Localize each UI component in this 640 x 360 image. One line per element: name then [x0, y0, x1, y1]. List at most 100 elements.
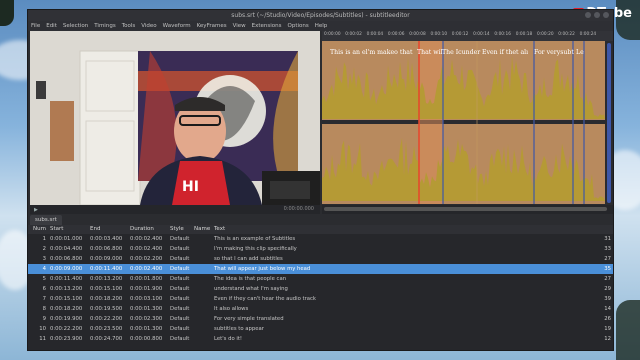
table-row[interactable]: 6 0:00:13.200 0:00:15.100 0:00:01.900 Defaul… — [28, 284, 613, 294]
menu-item-tools[interactable]: Tools — [122, 21, 136, 31]
cell-text: subtitles to appear — [214, 326, 264, 332]
ruler-tick-label: 0:00:08 — [409, 32, 426, 37]
cell-name — [194, 234, 214, 244]
cell-start: 0:00:09.000 — [50, 266, 83, 272]
play-icon[interactable]: ▶ — [34, 206, 38, 215]
table-row[interactable]: 5 0:00:11.400 0:00:13.200 0:00:01.800 Defaul… — [28, 274, 613, 284]
waveform-subtitle-text: Le — [576, 49, 584, 56]
menu-item-waveform[interactable]: Waveform — [163, 21, 191, 31]
menu-item-video[interactable]: Video — [141, 21, 156, 31]
cell-name — [194, 254, 214, 264]
menu-item-options[interactable]: Options — [288, 21, 309, 31]
cell-start: 0:00:23.900 — [50, 336, 83, 342]
menu-item-extensions[interactable]: Extensions — [252, 21, 282, 31]
menu-item-file[interactable]: File — [31, 21, 40, 31]
cell-text: Let's do it! — [214, 336, 243, 342]
menu-item-timings[interactable]: Timings — [94, 21, 115, 31]
table-row[interactable]: 7 0:00:15.100 0:00:18.200 0:00:03.100 Defaul… — [28, 294, 613, 304]
column-header-end[interactable]: End — [90, 225, 130, 234]
wallpaper-palm — [0, 0, 14, 26]
cell-cps: 12 — [604, 336, 611, 342]
cell-style: Default — [170, 296, 190, 302]
table-row[interactable]: 3 0:00:06.800 0:00:09.000 0:00:02.200 Defaul… — [28, 254, 613, 264]
table-row[interactable]: 1 0:00:01.000 0:00:03.400 0:00:02.400 Defaul… — [28, 234, 613, 244]
cell-dur: 0:00:01.300 — [130, 326, 163, 332]
minimize-button[interactable] — [585, 12, 591, 18]
cell-start: 0:00:18.200 — [50, 306, 83, 312]
cell-end: 0:00:22.200 — [90, 316, 123, 322]
video-player[interactable]: HI — [30, 31, 320, 205]
table-row[interactable]: 4 0:00:09.000 0:00:11.400 0:00:02.400 Defaul… — [28, 264, 613, 274]
ruler-tick-label: 0:00:10 — [430, 32, 448, 37]
wallpaper-palm — [616, 300, 640, 360]
cell-end: 0:00:11.400 — [90, 266, 123, 272]
cell-start: 0:00:04.400 — [50, 246, 83, 252]
menu-item-edit[interactable]: Edit — [46, 21, 57, 31]
cell-name — [194, 334, 214, 344]
table-row[interactable]: 8 0:00:18.200 0:00:19.500 0:00:01.300 Defaul… — [28, 304, 613, 314]
column-header-name[interactable]: Name — [194, 225, 214, 234]
cell-num: 2 — [42, 246, 46, 252]
cell-end: 0:00:06.800 — [90, 246, 123, 252]
cell-style: Default — [170, 316, 190, 322]
cell-text: The idea is that people can — [214, 276, 287, 282]
cell-end: 0:00:19.500 — [90, 306, 123, 312]
cell-name — [194, 274, 214, 284]
waveform-panel[interactable]: 0:00:00 0:00:02 0:00:04 0:00:06 0:00:08 0:00:… — [322, 31, 613, 214]
cell-cps: 19 — [604, 326, 611, 332]
menu-item-keyframes[interactable]: KeyFrames — [197, 21, 227, 31]
waveform-zoom-scrollbar[interactable] — [607, 43, 611, 203]
cell-text: It also allows — [214, 306, 249, 312]
menu-bar: File Edit Selection Timings Tools Video Wavefo… — [28, 21, 613, 31]
table-row[interactable]: 10 0:00:22.200 0:00:23.500 0:00:01.300 Defau… — [28, 324, 613, 334]
waveform-horizontal-scrollbar[interactable] — [322, 205, 613, 214]
cell-cps: 29 — [604, 286, 611, 292]
menu-item-selection[interactable]: Selection — [63, 21, 88, 31]
cell-name — [194, 264, 214, 274]
cell-end: 0:00:15.100 — [90, 286, 123, 292]
menu-item-help[interactable]: Help — [315, 21, 328, 31]
column-header-text[interactable]: Text — [214, 225, 597, 234]
ruler-tick-label: 0:00:06 — [387, 32, 405, 37]
cell-text: understand what I'm saying — [214, 286, 288, 292]
scrollbar-thumb[interactable] — [324, 207, 607, 211]
cell-start: 0:00:15.100 — [50, 296, 83, 302]
column-header-num[interactable]: Num — [28, 225, 48, 234]
ruler-tick-label: 0:00:14 — [473, 32, 490, 37]
cell-start: 0:00:06.800 — [50, 256, 83, 262]
column-header-start[interactable]: Start — [48, 225, 90, 234]
table-row[interactable]: 11 0:00:23.900 0:00:24.700 0:00:00.800 Defau… — [28, 334, 613, 344]
maximize-button[interactable] — [594, 12, 600, 18]
subtitle-list: Num Start End Duration Style Name Text 1… — [28, 225, 613, 350]
ruler-tick-label: 0:00:00 — [324, 32, 341, 37]
cell-cps: 27 — [604, 276, 611, 282]
title-bar: subs.srt (~/Studio/Video/Episodes/Subtit… — [28, 10, 613, 21]
table-row[interactable]: 2 0:00:04.400 0:00:06.800 0:00:02.400 Defaul… — [28, 244, 613, 254]
close-button[interactable] — [603, 12, 609, 18]
timeline-ruler[interactable]: 0:00:00 0:00:02 0:00:04 0:00:06 0:00:08 0:00:… — [322, 31, 613, 41]
cell-style: Default — [170, 256, 190, 262]
cell-style: Default — [170, 276, 190, 282]
column-header-cps — [597, 225, 613, 234]
ruler-tick-label: 0:00:18 — [515, 32, 533, 37]
cell-dur: 0:00:01.900 — [130, 286, 163, 292]
cell-name — [194, 314, 214, 324]
column-header-duration[interactable]: Duration — [130, 225, 170, 234]
ruler-tick-label: 0:00:12 — [451, 32, 469, 37]
document-tabs: subs.srt — [28, 215, 613, 225]
cell-dur: 0:00:01.800 — [130, 276, 163, 282]
menu-item-view[interactable]: View — [233, 21, 246, 31]
cell-end: 0:00:03.400 — [90, 236, 123, 242]
waveform-view[interactable]: This is an el'm makeo that That wil The Ic… — [322, 41, 605, 204]
cell-num: 5 — [42, 276, 46, 282]
column-header-style[interactable]: Style — [170, 225, 194, 234]
table-row[interactable]: 9 0:00:19.900 0:00:22.200 0:00:02.300 Defaul… — [28, 314, 613, 324]
cell-dur: 0:00:02.400 — [130, 266, 163, 272]
cell-text: For very simple translated — [214, 316, 284, 322]
cell-style: Default — [170, 286, 190, 292]
cell-style: Default — [170, 246, 190, 252]
tab-subs-srt[interactable]: subs.srt — [30, 215, 62, 225]
cell-text: That will appear just below my head — [214, 266, 311, 272]
cell-num: 4 — [42, 266, 46, 272]
subtitle-list-header: Num Start End Duration Style Name Text — [28, 225, 613, 234]
